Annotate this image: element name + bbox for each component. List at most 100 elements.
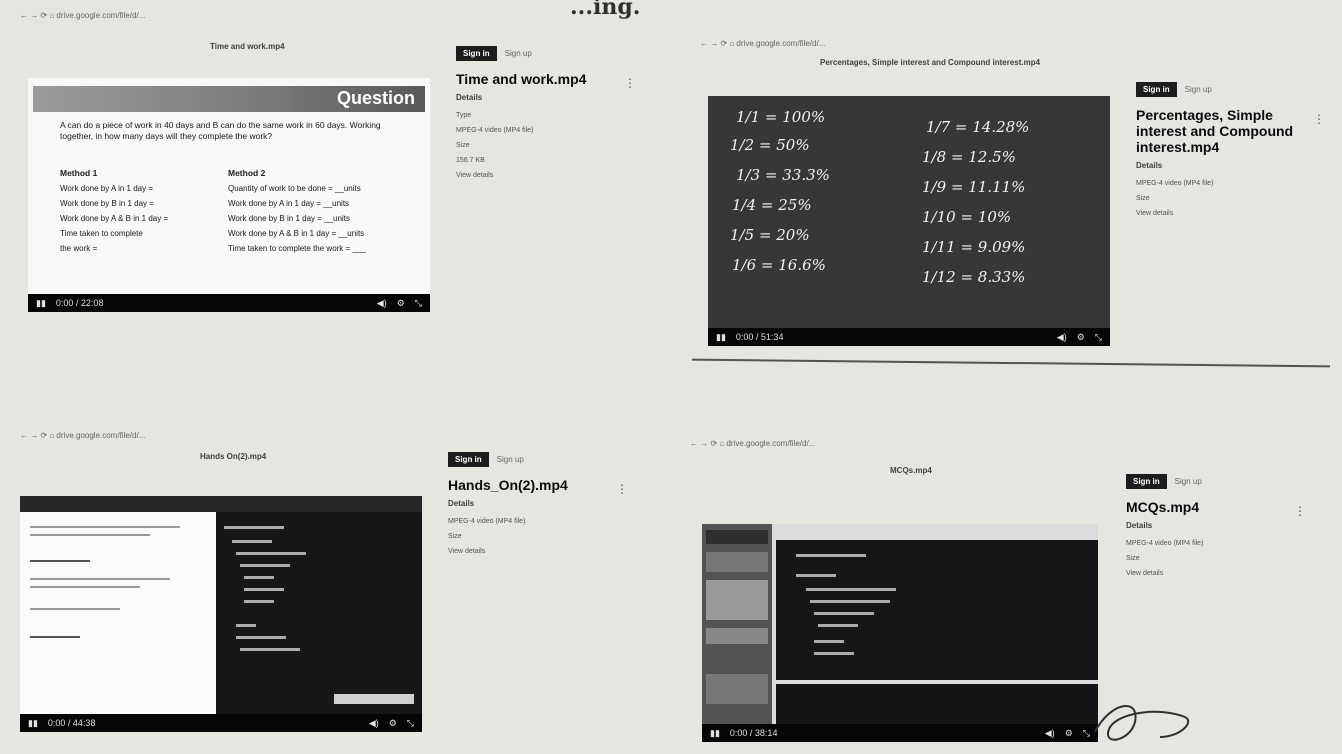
fullscreen-icon[interactable]: ⤡ [407,718,414,729]
sign-up-link[interactable]: Sign up [1185,85,1212,94]
page-title: Percentages, Simple interest and Compoun… [820,58,1041,67]
fraction-text: 1/1 = 100% [736,108,826,126]
meta-type-label: Type [456,112,472,119]
fraction-text: 1/6 = 16.6% [732,256,826,274]
time-display: 0:00 / 44:38 [47,718,96,728]
time-display: 0:00 / 38:14 [729,728,778,738]
more-menu-icon[interactable]: ⋮ [624,76,636,90]
fraction-text: 1/7 = 14.28% [926,118,1030,136]
more-menu-icon[interactable]: ⋮ [1313,112,1325,126]
sign-in-button[interactable]: Sign in [1136,82,1177,97]
pause-icon[interactable]: ▮▮ [710,728,720,739]
method2-column: Method 2 Quantity of work to be done = _… [228,168,366,253]
page-title: Hands On(2).mp4 [200,452,267,461]
panel-percentages: ← → ⟳ ⌂ drive.google.com/file/d/... Perc… [692,36,1330,376]
address-bar[interactable]: ← → ⟳ ⌂ drive.google.com/file/d/... [700,36,1330,50]
details-label: Details [448,499,475,508]
fraction-text: 1/10 = 10% [922,208,1012,226]
view-details-link[interactable]: View details [456,170,606,181]
fraction-text: 1/4 = 25% [732,196,812,214]
video-player[interactable]: ▮▮ 0:00 / 44:38 ◀) ⚙ ⤡ [20,496,422,732]
method1-column: Method 1 Work done by A in 1 day = Work … [60,168,169,253]
file-sidebar: Sign in Sign up MCQs.mp4 Details MPEG-4 v… [1126,474,1306,583]
time-display: 0:00 / 51:34 [735,332,784,342]
meta-type-value: MPEG-4 video (MP4 file) [1126,540,1204,547]
player-controls: ▮▮ 0:00 / 51:34 ◀) ⚙ ⤡ [708,328,1110,346]
file-sidebar: Sign in Sign up Percentages, Simple inter… [1136,82,1325,223]
meta-type-value: MPEG-4 video (MP4 file) [448,518,526,525]
file-title: Hands_On(2).mp4 [448,477,568,493]
question-bar: Question [33,86,425,112]
settings-icon[interactable]: ⚙ [389,718,397,729]
question-text: A can do a piece of work in 40 days and … [60,120,381,141]
fraction-text: 1/8 = 12.5% [922,148,1016,166]
editor-topbar [20,496,422,512]
more-menu-icon[interactable]: ⋮ [1294,504,1306,518]
address-bar[interactable]: ← → ⟳ ⌂ drive.google.com/file/d/... [690,436,1330,450]
sign-up-link[interactable]: Sign up [1175,477,1202,486]
meta-size-label: Size [456,142,470,149]
run-button[interactable] [334,694,414,704]
fullscreen-icon[interactable]: ⤡ [1083,728,1090,739]
volume-icon[interactable]: ◀) [1057,332,1067,343]
settings-icon[interactable]: ⚙ [1077,332,1085,343]
sign-in-button[interactable]: Sign in [456,46,497,61]
video-frame: Question A can do a piece of work in 40 … [28,78,430,294]
panel-time-and-work: ← → ⟳ ⌂ drive.google.com/file/d/... Time… [20,8,660,326]
meta-size-value: 156.7 KB [456,157,485,164]
fraction-text: 1/11 = 9.09% [922,238,1026,256]
page-title: Time and work.mp4 [210,42,285,51]
file-title: MCQs.mp4 [1126,499,1200,515]
fraction-text: 1/12 = 8.33% [922,268,1026,286]
video-player[interactable]: ▮▮ 0:00 / 38:14 ◀) ⚙ ⤡ [702,524,1098,742]
pause-icon[interactable]: ▮▮ [28,718,38,729]
instructions-pane [20,512,216,714]
volume-icon[interactable]: ◀) [1045,728,1055,739]
meta-size-label: Size [1126,555,1140,562]
time-display: 0:00 / 22:08 [55,298,104,308]
sign-in-button[interactable]: Sign in [1126,474,1167,489]
player-controls: ▮▮ 0:00 / 44:38 ◀) ⚙ ⤡ [20,714,422,732]
pause-icon[interactable]: ▮▮ [716,332,726,343]
fraction-text: 1/5 = 20% [730,226,810,244]
sign-in-button[interactable]: Sign in [448,452,489,467]
view-details-link[interactable]: View details [1126,568,1276,579]
settings-icon[interactable]: ⚙ [1065,728,1073,739]
fraction-text: 1/2 = 50% [730,136,810,154]
volume-icon[interactable]: ◀) [377,298,387,309]
file-sidebar: Sign in Sign up Time and work.mp4 Details… [456,46,636,185]
player-controls: ▮▮ 0:00 / 22:08 ◀) ⚙ ⤡ [28,294,430,312]
details-label: Details [456,93,483,102]
fraction-text: 1/9 = 11.11% [922,178,1026,196]
video-player[interactable]: 1/1 = 100% 1/2 = 50% 1/3 = 33.3% 1/4 = 2… [708,96,1110,346]
meta-size-label: Size [448,533,462,540]
file-sidebar: Sign in Sign up Hands_On(2).mp4 Details M… [448,452,628,561]
fullscreen-icon[interactable]: ⤡ [1095,332,1102,343]
view-details-link[interactable]: View details [1136,208,1301,219]
page-title: MCQs.mp4 [890,466,932,475]
details-label: Details [1136,161,1163,170]
meta-size-label: Size [1136,195,1150,202]
settings-icon[interactable]: ⚙ [397,298,405,309]
meta-type-value: MPEG-4 video (MP4 file) [1136,180,1214,187]
pause-icon[interactable]: ▮▮ [36,298,46,309]
more-menu-icon[interactable]: ⋮ [616,482,628,496]
volume-icon[interactable]: ◀) [369,718,379,729]
code-editor[interactable] [776,540,1098,680]
sign-up-link[interactable]: Sign up [505,49,532,58]
file-title: Percentages, Simple interest and Compoun… [1136,107,1294,155]
player-controls: ▮▮ 0:00 / 38:14 ◀) ⚙ ⤡ [702,724,1098,742]
video-player[interactable]: Question A can do a piece of work in 40 … [28,78,430,312]
code-editor[interactable] [216,512,422,714]
address-bar[interactable]: ← → ⟳ ⌂ drive.google.com/file/d/... [20,8,660,22]
address-bar[interactable]: ← → ⟳ ⌂ drive.google.com/file/d/... [20,428,660,442]
sign-up-link[interactable]: Sign up [497,455,524,464]
fraction-text: 1/3 = 33.3% [736,166,830,184]
fullscreen-icon[interactable]: ⤡ [415,298,422,309]
meta-type-value: MPEG-4 video (MP4 file) [456,127,534,134]
panel-mcqs: ← → ⟳ ⌂ drive.google.com/file/d/... MCQs… [690,436,1330,746]
divider [692,358,1330,368]
view-details-link[interactable]: View details [448,546,598,557]
panel-hands-on: ← → ⟳ ⌂ drive.google.com/file/d/... Hand… [20,428,660,746]
file-title: Time and work.mp4 [456,71,587,87]
